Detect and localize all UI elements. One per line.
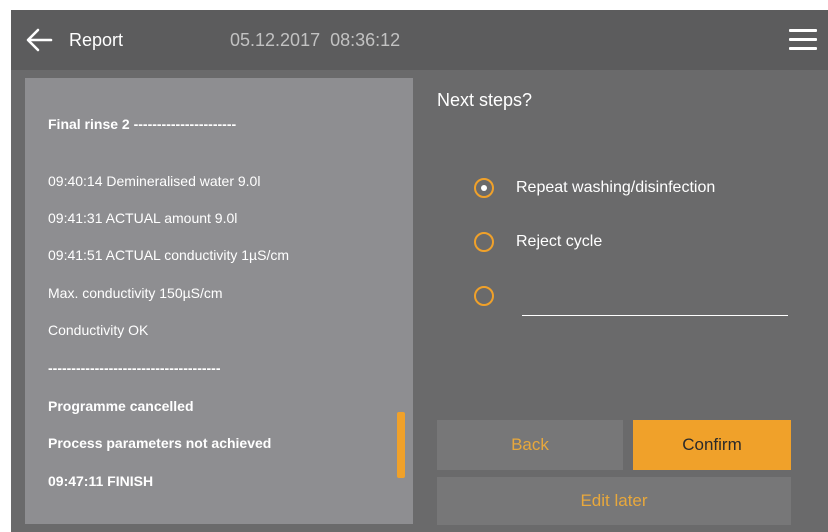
log-line: 09:41:31 ACTUAL amount 9.0l bbox=[48, 210, 238, 226]
radio-button-selected[interactable] bbox=[474, 178, 494, 198]
radio-dot bbox=[481, 185, 487, 191]
log-line: Programme cancelled bbox=[48, 398, 194, 414]
log-line: Conductivity OK bbox=[48, 322, 149, 338]
option-label: Repeat washing/disinfection bbox=[516, 179, 716, 196]
option-repeat-washing[interactable]: Repeat washing/disinfection bbox=[474, 177, 804, 203]
edit-later-button[interactable]: Edit later bbox=[437, 477, 791, 525]
option-custom[interactable] bbox=[474, 285, 504, 311]
radio-button[interactable] bbox=[474, 286, 494, 306]
scrollbar-thumb[interactable] bbox=[397, 412, 405, 478]
custom-option-input[interactable] bbox=[522, 292, 788, 316]
hamburger-menu-icon[interactable] bbox=[788, 26, 818, 54]
page-title: Report bbox=[69, 30, 124, 50]
log-line: 09:47:11 FINISH bbox=[48, 473, 154, 489]
confirm-button[interactable]: Confirm bbox=[633, 420, 791, 470]
next-steps-question: Next steps? bbox=[437, 90, 533, 110]
log-line: Max. conductivity 150µS/cm bbox=[48, 285, 223, 301]
report-log-panel[interactable]: Final rinse 2 ---------------------- 09:… bbox=[25, 78, 413, 524]
back-button[interactable]: Back bbox=[437, 420, 623, 470]
top-bar: Report 05.12.2017 08:36:12 bbox=[11, 10, 828, 70]
report-screen: Report 05.12.2017 08:36:12 Final rinse 2… bbox=[11, 10, 828, 532]
log-line: 09:40:14 Demineralised water 9.0l bbox=[48, 173, 261, 189]
log-line: 09:41:51 ACTUAL conductivity 1µS/cm bbox=[48, 247, 289, 263]
log-line: Final rinse 2 ---------------------- bbox=[48, 116, 237, 132]
radio-button[interactable] bbox=[474, 232, 494, 252]
option-label: Reject cycle bbox=[516, 233, 603, 250]
report-datetime: 05.12.2017 08:36:12 bbox=[230, 30, 401, 50]
arrow-left-icon[interactable] bbox=[25, 26, 53, 54]
log-line: Process parameters not achieved bbox=[48, 435, 272, 451]
log-separator: ------------------------------------- bbox=[48, 360, 221, 376]
option-reject-cycle[interactable]: Reject cycle bbox=[474, 231, 804, 257]
